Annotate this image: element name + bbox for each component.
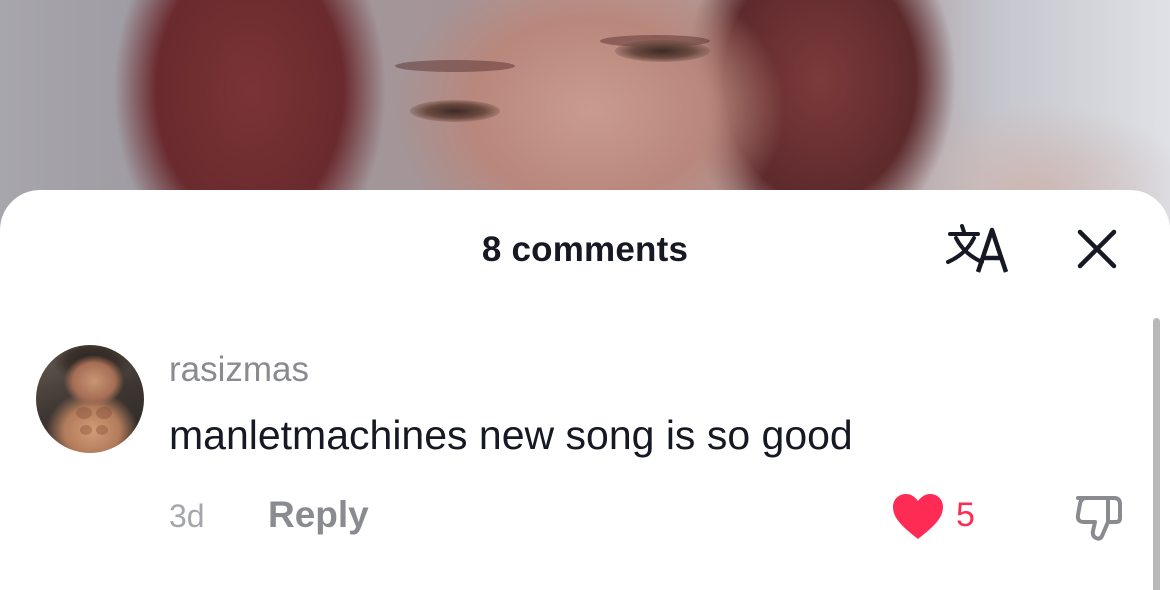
reply-button[interactable]: Reply (268, 494, 369, 536)
dislike-button[interactable] (1070, 490, 1126, 546)
comment-username[interactable]: rasizmas (169, 350, 309, 390)
close-icon (1077, 229, 1117, 269)
comment-item: rasizmas manletmachines new song is so g… (0, 340, 1150, 560)
avatar-detail (80, 425, 92, 435)
translate-button[interactable] (942, 220, 1014, 276)
avatar-detail (96, 407, 112, 419)
close-button[interactable] (1072, 224, 1122, 274)
scrollbar[interactable] (1153, 318, 1160, 590)
comment-timestamp: 3d (169, 498, 205, 534)
screen: 8 comments rasizmas manletmachines new s… (0, 0, 1170, 590)
like-count: 5 (956, 496, 975, 534)
thumbs-down-icon (1075, 496, 1122, 541)
translate-icon (946, 224, 1009, 273)
video-face-brow-left (395, 60, 515, 72)
video-face-eye-left (410, 100, 500, 122)
comment-text: manletmachines new song is so good (169, 412, 853, 458)
avatar-detail (76, 407, 92, 419)
like-button[interactable] (890, 492, 946, 542)
avatar-detail (96, 425, 108, 435)
heart-icon (893, 494, 943, 539)
video-face-eye-right (615, 40, 710, 62)
user-avatar[interactable] (36, 345, 144, 453)
comments-sheet: 8 comments rasizmas manletmachines new s… (0, 190, 1170, 590)
